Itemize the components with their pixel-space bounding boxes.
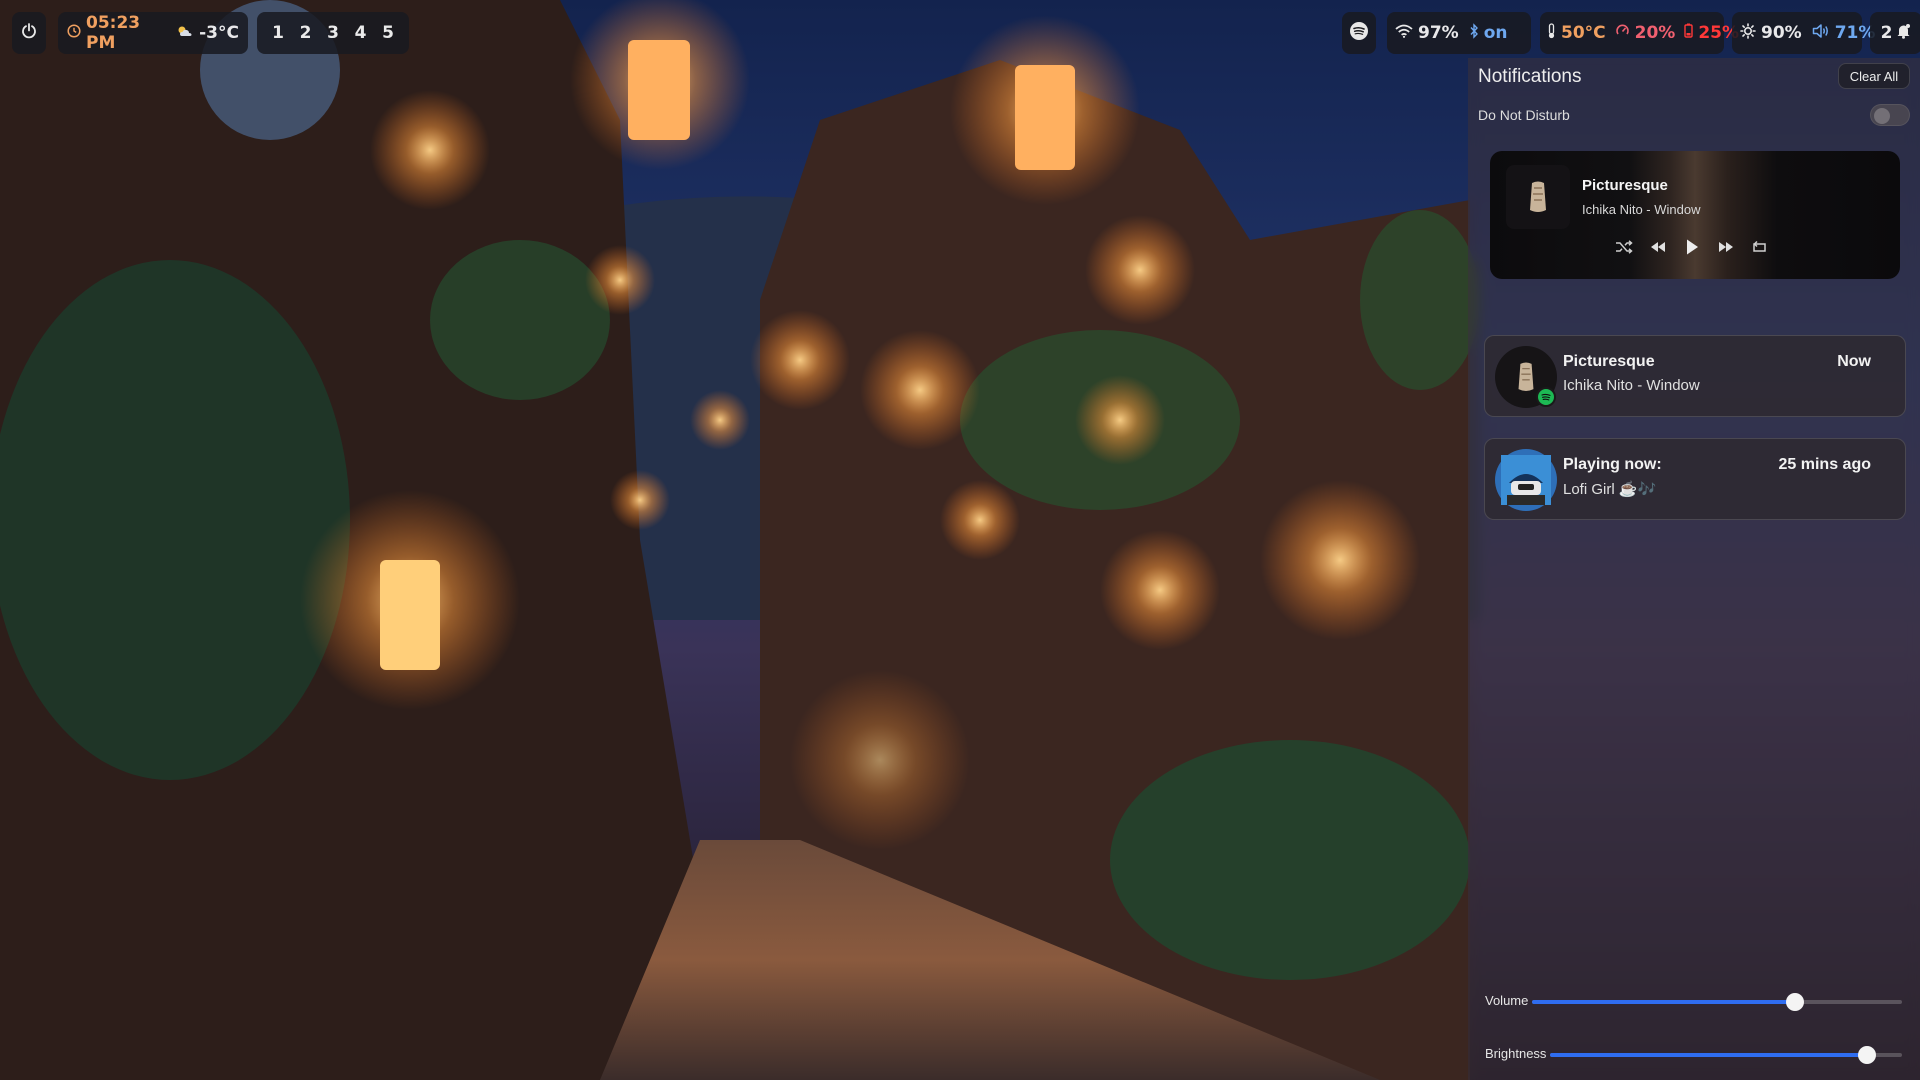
notification-panel: Notifications Clear All Do Not Disturb P… bbox=[1468, 58, 1920, 1080]
workspace-4[interactable]: 4 bbox=[350, 23, 372, 43]
workspace-1[interactable]: 1 bbox=[267, 23, 289, 43]
thermometer-icon bbox=[1547, 22, 1556, 44]
speaker-icon bbox=[1812, 23, 1830, 44]
volume-slider-label: Volume bbox=[1485, 993, 1529, 1008]
clear-all-button[interactable]: Clear All bbox=[1838, 63, 1910, 89]
notifications-button[interactable]: 2 bbox=[1870, 12, 1920, 54]
album-art bbox=[1506, 165, 1570, 229]
wifi-status[interactable]: 97% bbox=[1395, 23, 1459, 43]
brightness-slider-label: Brightness bbox=[1485, 1046, 1547, 1061]
play-icon[interactable] bbox=[1682, 237, 1702, 257]
panel-title: Notifications bbox=[1478, 66, 1582, 87]
spotify-badge-icon bbox=[1536, 387, 1556, 407]
cpu-usage: 20% bbox=[1634, 23, 1676, 43]
weather-temperature: -3°C bbox=[199, 23, 239, 43]
partly-cloudy-icon bbox=[176, 23, 194, 43]
workspace-3[interactable]: 3 bbox=[322, 23, 344, 43]
lofi-girl-avatar bbox=[1495, 449, 1557, 511]
cpu-status: 20% bbox=[1615, 23, 1676, 43]
workspace-2[interactable]: 2 bbox=[295, 23, 317, 43]
volume-slider-handle[interactable] bbox=[1785, 993, 1804, 1011]
clock-time: 05:23 PM bbox=[86, 13, 141, 53]
workspace-5[interactable]: 5 bbox=[377, 23, 399, 43]
brightness-status[interactable]: 90% bbox=[1740, 22, 1802, 44]
shuffle-icon[interactable] bbox=[1614, 237, 1634, 257]
volume-slider-fill bbox=[1532, 1000, 1795, 1004]
brightness-level: 90% bbox=[1761, 23, 1802, 43]
bluetooth-icon bbox=[1469, 22, 1479, 44]
media-title: Picturesque bbox=[1582, 177, 1668, 194]
next-icon[interactable] bbox=[1716, 237, 1736, 257]
notification-card[interactable]: Picturesque Ichika Nito - Window Now bbox=[1484, 335, 1906, 417]
notification-card[interactable]: Playing now: Lofi Girl ☕🎶 25 mins ago bbox=[1484, 438, 1906, 520]
wifi-icon bbox=[1395, 23, 1413, 43]
system-stats-widget[interactable]: 50°C 20% 25% bbox=[1540, 12, 1739, 54]
notification-time: Now bbox=[1837, 353, 1871, 370]
notification-time: 25 mins ago bbox=[1778, 456, 1871, 473]
weather[interactable]: -3°C bbox=[176, 23, 239, 43]
media-artist: Ichika Nito - Window bbox=[1582, 202, 1701, 217]
brightness-icon bbox=[1740, 22, 1756, 44]
previous-icon[interactable] bbox=[1648, 237, 1668, 257]
brightness-slider-handle[interactable] bbox=[1857, 1046, 1876, 1064]
battery-icon bbox=[1684, 23, 1694, 43]
notification-body: Ichika Nito - Window bbox=[1563, 377, 1700, 394]
top-bar: 05:23 PM -3°C 1 2 3 4 5 97% on 50°C 20% … bbox=[12, 12, 1920, 54]
spotify-button[interactable] bbox=[1342, 12, 1376, 54]
media-controls bbox=[1614, 237, 1770, 257]
notification-count: 2 bbox=[1880, 23, 1893, 43]
bell-icon bbox=[1896, 23, 1911, 44]
power-button[interactable] bbox=[12, 12, 46, 54]
temperature-status: 50°C bbox=[1547, 22, 1606, 44]
bluetooth-state: on bbox=[1483, 23, 1508, 43]
spotify-icon bbox=[1349, 21, 1369, 46]
power-icon bbox=[20, 22, 38, 45]
temperature-value: 50°C bbox=[1561, 23, 1606, 43]
cpu-icon bbox=[1615, 23, 1630, 43]
do-not-disturb-toggle[interactable] bbox=[1870, 104, 1910, 126]
notification-title: Picturesque bbox=[1563, 353, 1655, 370]
repeat-icon[interactable] bbox=[1750, 237, 1770, 257]
brightness-slider[interactable] bbox=[1550, 1046, 1902, 1064]
clock-weather-widget[interactable]: 05:23 PM -3°C bbox=[58, 12, 248, 54]
levels-widget[interactable]: 90% 71% bbox=[1732, 12, 1875, 54]
toggle-knob bbox=[1874, 108, 1890, 124]
bluetooth-status[interactable]: on bbox=[1469, 22, 1508, 44]
network-widget[interactable]: 97% on bbox=[1387, 12, 1531, 54]
volume-status[interactable]: 71% bbox=[1812, 23, 1875, 44]
workspace-switcher: 1 2 3 4 5 bbox=[257, 12, 409, 54]
notification-title: Playing now: bbox=[1563, 456, 1662, 473]
notification-body: Lofi Girl ☕🎶 bbox=[1563, 481, 1657, 498]
clock-icon bbox=[67, 23, 81, 43]
wifi-strength: 97% bbox=[1418, 23, 1459, 43]
clock[interactable]: 05:23 PM bbox=[67, 13, 162, 53]
volume-slider[interactable] bbox=[1532, 993, 1902, 1011]
do-not-disturb-label: Do Not Disturb bbox=[1478, 107, 1570, 123]
battery-status: 25% bbox=[1684, 23, 1739, 43]
brightness-slider-fill bbox=[1550, 1053, 1867, 1057]
media-player-card: Picturesque Ichika Nito - Window bbox=[1490, 151, 1900, 279]
